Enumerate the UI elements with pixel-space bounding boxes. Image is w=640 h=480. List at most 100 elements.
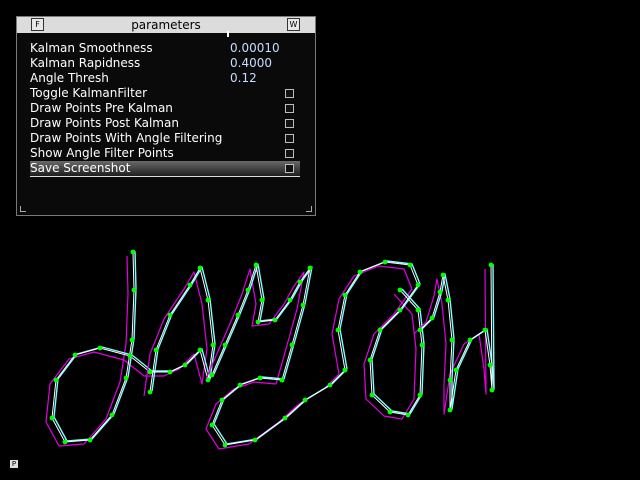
toggle-label: Draw Points With Angle Filtering — [30, 131, 223, 145]
checkbox[interactable] — [285, 104, 294, 113]
stroke-point — [222, 342, 228, 348]
toggle-kalman-filter[interactable]: Toggle KalmanFilter — [30, 86, 300, 101]
stroke-point — [87, 437, 93, 443]
stroke-path — [421, 263, 495, 410]
stroke-point — [209, 422, 215, 428]
stroke-point — [245, 287, 251, 293]
stroke-point — [429, 315, 435, 321]
help-icon[interactable]: P — [10, 460, 18, 468]
stroke-point — [445, 297, 451, 303]
stroke-path — [337, 261, 423, 416]
stroke-point — [405, 412, 411, 418]
stroke-point — [302, 397, 308, 403]
stroke-point — [255, 319, 261, 325]
stroke-point — [307, 265, 313, 271]
panel-titlebar[interactable]: parameters F W — [17, 17, 315, 33]
toggle-label: Draw Points Post Kalman — [30, 116, 179, 130]
stroke-point — [419, 342, 425, 348]
stroke-point — [97, 345, 103, 351]
stroke-point — [109, 412, 115, 418]
stroke-point — [335, 327, 341, 333]
stroke-point — [342, 367, 348, 373]
stroke-point — [187, 282, 193, 288]
stroke-point — [131, 287, 137, 293]
checkbox[interactable] — [285, 89, 294, 98]
stroke-point — [287, 297, 293, 303]
stroke-point — [209, 372, 215, 378]
stroke-point — [259, 297, 265, 303]
parameters-panel: parameters F W Kalman Smoothness 0.00010… — [16, 16, 316, 216]
stroke-point — [130, 249, 136, 255]
toggle-label: Draw Points Pre Kalman — [30, 101, 173, 115]
stroke-point — [153, 347, 159, 353]
slider-label: Kalman Rapidness — [30, 56, 141, 70]
resize-corner-right[interactable] — [306, 206, 312, 212]
toggle-draw-points-angle-filtering[interactable]: Draw Points With Angle Filtering — [30, 131, 300, 146]
toggle-draw-points-post-kalman[interactable]: Draw Points Post Kalman — [30, 116, 300, 131]
slider-angle-thresh[interactable]: Angle Thresh 0.12 — [30, 71, 300, 86]
checkbox[interactable] — [285, 164, 294, 173]
stroke-point — [72, 352, 78, 358]
stroke-path — [205, 373, 340, 450]
toggle-label: Save Screenshot — [30, 161, 131, 175]
stroke-point — [377, 327, 383, 333]
stroke-path — [53, 250, 153, 442]
stroke-point — [342, 292, 348, 298]
stroke-point — [440, 272, 446, 278]
stroke-point — [167, 312, 173, 318]
minimize-icon[interactable]: W — [287, 18, 300, 31]
stroke-point — [437, 289, 443, 295]
stroke-path — [211, 369, 346, 446]
stroke-point — [129, 337, 135, 343]
toggle-show-angle-filter-points[interactable]: Show Angle Filter Points — [30, 146, 300, 161]
stroke-point — [147, 389, 153, 395]
stroke-point — [327, 382, 333, 388]
stroke-point — [397, 287, 403, 293]
stroke-path — [45, 255, 145, 447]
panel-title: parameters — [131, 18, 201, 32]
stroke-point — [449, 337, 455, 343]
stroke-point — [487, 362, 493, 368]
stroke-path — [205, 268, 305, 385]
stroke-point — [415, 307, 421, 313]
checkbox[interactable] — [285, 119, 294, 128]
stroke-point — [367, 357, 373, 363]
stroke-point — [417, 392, 423, 398]
slider-kalman-smoothness[interactable]: Kalman Smoothness 0.00010 — [30, 41, 300, 56]
stroke-point — [219, 397, 225, 403]
collapse-icon[interactable]: F — [31, 18, 44, 31]
stroke-point — [482, 327, 488, 333]
stroke-point — [127, 353, 133, 359]
stroke-point — [415, 282, 421, 288]
stroke-point — [205, 297, 211, 303]
slider-kalman-rapidness[interactable]: Kalman Rapidness 0.4000 — [30, 56, 300, 71]
stroke-point — [489, 387, 495, 393]
stroke-point — [235, 312, 241, 318]
checkbox[interactable] — [285, 134, 294, 143]
stroke-point — [357, 269, 363, 275]
slider-value[interactable]: 0.4000 — [230, 56, 272, 71]
stroke-point — [447, 407, 453, 413]
toggle-label: Show Angle Filter Points — [30, 146, 174, 160]
stroke-point — [272, 317, 278, 323]
stroke-point — [222, 442, 228, 448]
toggle-save-screenshot[interactable]: Save Screenshot — [30, 161, 300, 177]
stroke-point — [397, 307, 403, 313]
stroke-point — [182, 362, 188, 368]
resize-corner-left[interactable] — [20, 206, 26, 212]
stroke-point — [123, 375, 129, 381]
stroke-point — [62, 439, 68, 445]
text-cursor — [227, 31, 229, 37]
slider-value[interactable]: 0.00010 — [230, 41, 280, 56]
stroke-point — [237, 382, 243, 388]
stroke-point — [453, 367, 459, 373]
slider-value[interactable]: 0.12 — [230, 71, 257, 86]
stroke-point — [407, 262, 413, 268]
stroke-point — [488, 262, 494, 268]
stroke-point — [279, 377, 285, 383]
slider-label: Angle Thresh — [30, 71, 109, 85]
checkbox[interactable] — [285, 149, 294, 158]
stroke-point — [297, 279, 303, 285]
toggle-draw-points-pre-kalman[interactable]: Draw Points Pre Kalman — [30, 101, 300, 116]
stroke-point — [467, 337, 473, 343]
